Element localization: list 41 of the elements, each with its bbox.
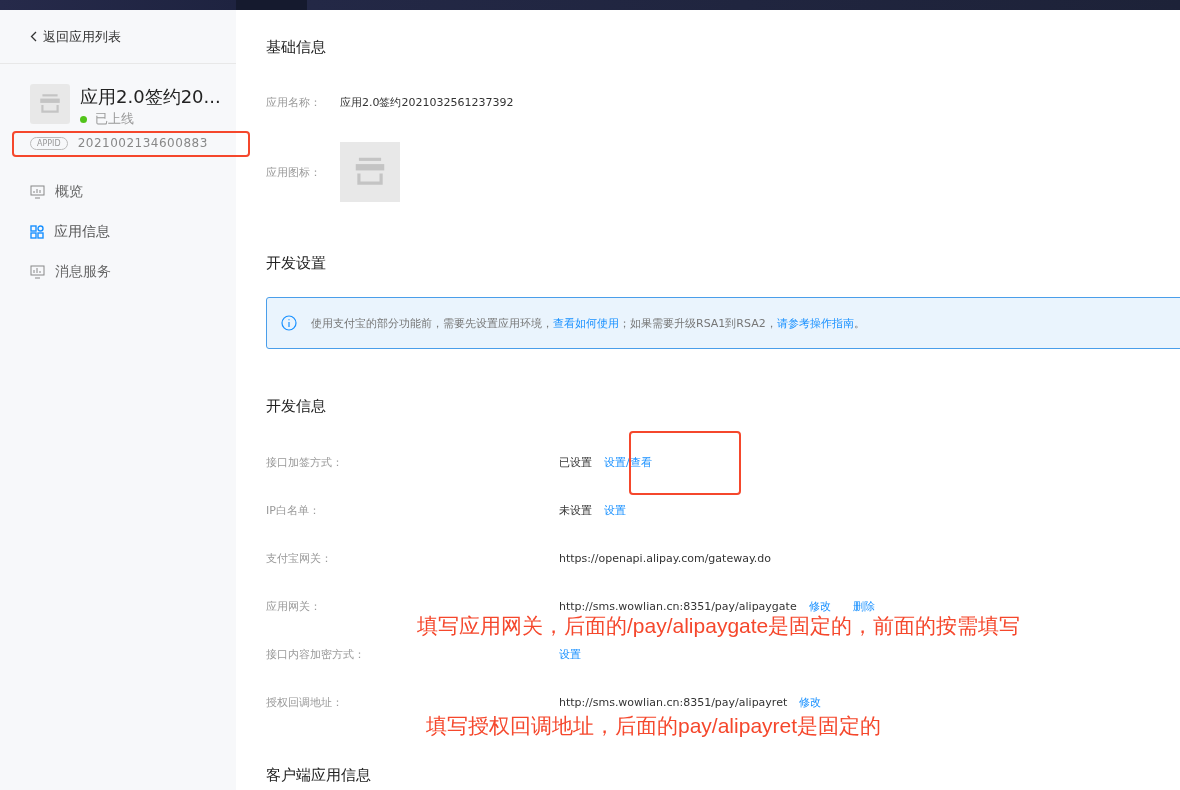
notice-text: 使用支付宝的部分功能前，需要先设置应用环境，查看如何使用；如果需要升级RSA1到RSA2，请参考操作指南。 <box>311 315 865 331</box>
field-label: 接口内容加密方式： <box>266 646 366 662</box>
field-label: 应用名称： <box>266 95 322 110</box>
action-link[interactable]: 删除 <box>852 598 875 614</box>
field-label: 应用图标： <box>266 164 322 180</box>
field-label: 支付宝网关： <box>266 550 333 566</box>
notice-link[interactable]: 查看如何使用 <box>553 316 619 330</box>
chevron-left-icon <box>30 31 37 42</box>
nav-item[interactable]: 概览 <box>0 172 236 212</box>
grid-icon <box>30 225 44 239</box>
monitor-icon <box>30 185 45 199</box>
field-label: 授权回调地址： <box>266 694 344 710</box>
appid-value: 2021002134600883 <box>77 136 208 150</box>
field-value: https://openapi.alipay.com/gateway.do <box>559 551 772 565</box>
section-title: 基础信息 <box>266 38 327 57</box>
info-icon <box>281 315 297 331</box>
nav-item[interactable]: 应用信息 <box>0 212 236 252</box>
field-label: 应用网关： <box>266 598 322 614</box>
nav-item[interactable]: 消息服务 <box>0 252 236 292</box>
app-name: 应用2.0签约20... <box>80 85 221 109</box>
section-title: 开发信息 <box>266 397 327 416</box>
back-link-label[interactable]: 返回应用列表 <box>43 27 121 46</box>
action-link[interactable]: 修改 <box>799 694 822 710</box>
field-label: 接口加签方式： <box>266 454 344 470</box>
annotation-note: 填写授权回调地址，后面的pay/alipayret是固定的 <box>426 713 882 739</box>
app-name-value: 应用2.0签约2021032561237392 <box>340 95 514 110</box>
section-title: 客户端应用信息 <box>266 766 372 785</box>
annotation-note: 填写应用网关，后面的/pay/alipaygate是固定的，前面的按需填写 <box>417 613 1021 639</box>
action-link[interactable]: 设置 <box>604 502 626 518</box>
field-value: http://sms.wowlian.cn:8351/pay/alipayret <box>559 695 788 709</box>
field-value: 未设置 <box>559 502 592 518</box>
chart-icon <box>30 265 45 279</box>
field-value: 已设置 <box>559 454 592 470</box>
action-link[interactable]: 修改 <box>808 598 831 614</box>
action-link[interactable]: 设置 <box>559 646 581 662</box>
app-status: 已上线 <box>95 110 134 128</box>
field-value: http://sms.wowlian.cn:8351/pay/alipaygate <box>559 599 797 613</box>
notice-link[interactable]: 请参考操作指南 <box>776 316 854 330</box>
section-title: 开发设置 <box>266 254 327 273</box>
field-label: IP白名单： <box>266 502 321 518</box>
back-link[interactable]: 返回应用列表 <box>0 10 236 64</box>
